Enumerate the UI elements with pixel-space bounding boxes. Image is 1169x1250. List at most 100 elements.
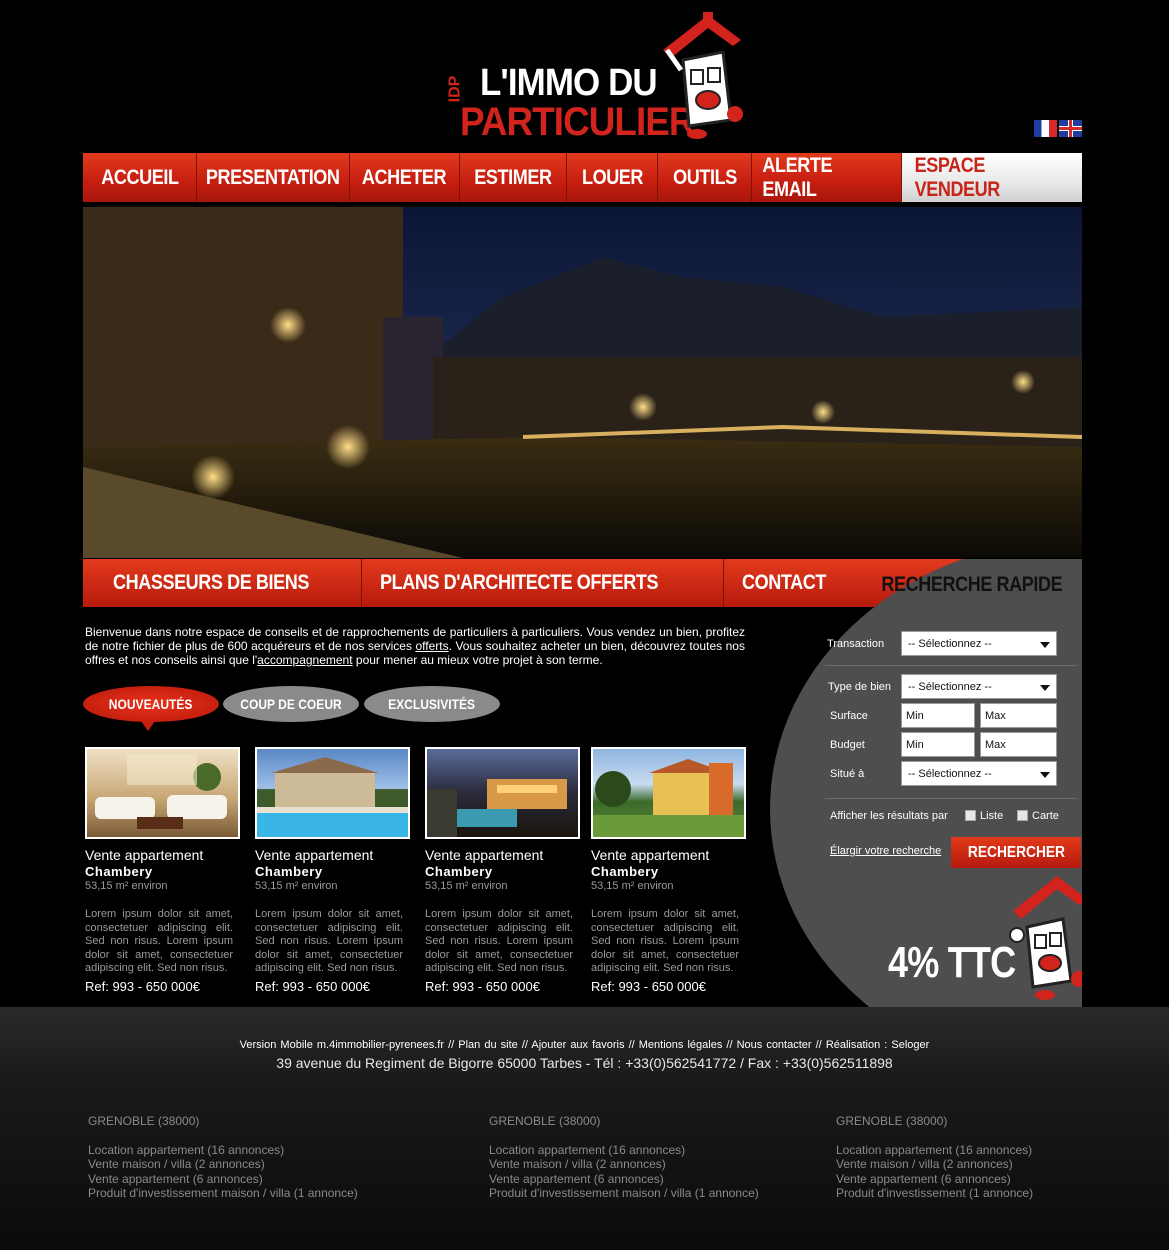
map-checkbox[interactable] xyxy=(1017,810,1028,821)
surface-min-input[interactable]: Min xyxy=(901,703,975,728)
surface-max-input[interactable]: Max xyxy=(980,703,1057,728)
tab-coup-de-coeur[interactable]: COUP DE COEUR xyxy=(223,686,359,722)
listing-area: 53,15 m² environ xyxy=(85,880,168,892)
accompagnement-link[interactable]: accompagnement xyxy=(257,653,352,667)
listing-city: Chambery xyxy=(425,864,493,879)
listing-city: Chambery xyxy=(591,864,659,879)
display-results-label: Afficher les résultats par xyxy=(830,810,948,822)
divider xyxy=(825,665,1077,666)
widen-search-link[interactable]: Élargir votre recherche xyxy=(830,845,941,857)
property-type-label: Type de bien xyxy=(828,681,891,693)
listing-card[interactable]: Vente appartement Chambery 53,15 m² envi… xyxy=(255,747,410,994)
offerts-link[interactable]: offerts xyxy=(415,639,448,653)
mascot-icon xyxy=(663,12,743,139)
listing-area: 53,15 m² environ xyxy=(425,880,508,892)
separator: // xyxy=(448,1039,455,1051)
footer-link-credits[interactable]: Réalisation : Seloger xyxy=(826,1039,930,1051)
listing-photo[interactable] xyxy=(591,747,746,839)
nav-louer[interactable]: LOUER xyxy=(567,153,658,202)
footer-column-link[interactable]: Location appartement (16 annonces) xyxy=(836,1143,1033,1158)
listing-card[interactable]: Vente appartement Chambery 53,15 m² envi… xyxy=(591,747,746,994)
listing-ref: Ref: 993 - 650 000€ xyxy=(425,978,540,994)
footer-column-link[interactable]: Vente maison / villa (2 annonces) xyxy=(836,1157,1033,1172)
footer-column-heading: GRENOBLE (38000) xyxy=(836,1114,948,1128)
listing-city: Chambery xyxy=(85,864,153,879)
budget-max-input[interactable]: Max xyxy=(980,732,1057,757)
footer-column: GRENOBLE (38000) Location appartement (1… xyxy=(836,1114,1033,1201)
footer-column-link[interactable]: Produit d'investissement maison / villa … xyxy=(88,1186,358,1201)
language-switcher xyxy=(1032,120,1082,138)
footer-column-heading: GRENOBLE (38000) xyxy=(489,1114,601,1128)
separator: // xyxy=(726,1039,733,1051)
subnav-plans-architecte[interactable]: PLANS D'ARCHITECTE OFFERTS xyxy=(362,559,725,607)
city-night-illustration xyxy=(83,207,1082,558)
logo-line1: L'IMMO DU xyxy=(480,62,658,104)
listing-type: Vente appartement xyxy=(255,847,374,863)
footer-link-sitemap[interactable]: Plan du site xyxy=(458,1039,517,1051)
listing-type: Vente appartement xyxy=(425,847,544,863)
separator: // xyxy=(628,1039,635,1051)
footer-link-legal[interactable]: Mentions légales xyxy=(639,1039,723,1051)
french-flag-icon[interactable] xyxy=(1034,120,1057,137)
listing-card[interactable]: Vente appartement Chambery 53,15 m² envi… xyxy=(425,747,580,994)
surface-label: Surface xyxy=(830,710,868,722)
location-label: Situé à xyxy=(830,768,865,780)
footer-column-link[interactable]: Vente appartement (6 annonces) xyxy=(836,1172,1033,1187)
footer-link-mobile[interactable]: Version Mobile m.4immobilier-pyrenees.fr xyxy=(240,1039,444,1051)
footer-column-link[interactable]: Vente appartement (6 annonces) xyxy=(489,1172,759,1187)
footer-link-favorites[interactable]: Ajouter aux favoris xyxy=(531,1039,624,1051)
footer-column-link[interactable]: Produit d'investissement (1 annonce) xyxy=(836,1186,1033,1201)
list-checkbox[interactable] xyxy=(965,810,976,821)
site-logo[interactable]: IDP L'IMMO DU PARTICULIER xyxy=(446,10,758,144)
promo-rate: 4% TTC xyxy=(888,938,1016,987)
nav-acheter[interactable]: ACHETER xyxy=(350,153,460,202)
separator: // xyxy=(815,1039,822,1051)
tab-exclusivites[interactable]: EXCLUSIVITÉS xyxy=(364,686,500,722)
footer-column-heading: GRENOBLE (38000) xyxy=(88,1114,200,1128)
footer-column-link[interactable]: Vente maison / villa (2 annonces) xyxy=(489,1157,759,1172)
separator: // xyxy=(521,1039,528,1051)
main-nav: ACCUEIL PRESENTATION ACHETER ESTIMER LOU… xyxy=(83,153,1082,202)
map-label: Carte xyxy=(1032,810,1059,822)
listing-card[interactable]: Vente appartement Chambery 53,15 m² envi… xyxy=(85,747,240,994)
budget-min-input[interactable]: Min xyxy=(901,732,975,757)
budget-label: Budget xyxy=(830,739,865,751)
intro-text: Bienvenue dans notre espace de conseils … xyxy=(85,625,745,667)
footer-column: GRENOBLE (38000) Location appartement (1… xyxy=(489,1114,759,1201)
listing-area: 53,15 m² environ xyxy=(591,880,674,892)
listing-photo[interactable] xyxy=(425,747,580,839)
nav-presentation[interactable]: PRESENTATION xyxy=(197,153,350,202)
listing-type: Vente appartement xyxy=(591,847,710,863)
listing-ref: Ref: 993 - 650 000€ xyxy=(85,978,200,994)
location-select[interactable]: -- Sélectionnez -- xyxy=(901,761,1057,786)
nav-outils[interactable]: OUTILS xyxy=(658,153,752,202)
nav-estimer[interactable]: ESTIMER xyxy=(460,153,567,202)
nav-accueil[interactable]: ACCUEIL xyxy=(83,153,197,202)
listing-description: Lorem ipsum dolor sit amet, consectetuer… xyxy=(85,908,233,974)
property-type-select[interactable]: -- Sélectionnez -- xyxy=(901,674,1057,699)
footer-column-link[interactable]: Location appartement (16 annonces) xyxy=(88,1143,358,1158)
listing-description: Lorem ipsum dolor sit amet, consectetuer… xyxy=(255,908,403,974)
subnav-chasseurs[interactable]: CHASSEURS DE BIENS xyxy=(83,559,362,607)
nav-alerte-email[interactable]: ALERTE EMAIL xyxy=(752,153,902,202)
tab-nouveautes[interactable]: NOUVEAUTÉS xyxy=(83,686,219,722)
footer-column-link[interactable]: Location appartement (16 annonces) xyxy=(489,1143,759,1158)
nav-espace-vendeur[interactable]: ESPACE VENDEUR xyxy=(902,153,1082,202)
transaction-label: Transaction xyxy=(827,638,885,650)
listing-ref: Ref: 993 - 650 000€ xyxy=(591,978,706,994)
listing-photo[interactable] xyxy=(255,747,410,839)
listing-photo[interactable] xyxy=(85,747,240,839)
listing-description: Lorem ipsum dolor sit amet, consectetuer… xyxy=(591,908,739,974)
footer-column-link[interactable]: Vente maison / villa (2 annonces) xyxy=(88,1157,358,1172)
footer-address: 39 avenue du Regiment de Bigorre 65000 T… xyxy=(276,1055,893,1071)
footer-link-contact[interactable]: Nous contacter xyxy=(737,1039,812,1051)
transaction-select[interactable]: -- Sélectionnez -- xyxy=(901,631,1057,656)
footer-column-link[interactable]: Produit d'investissement maison / villa … xyxy=(489,1186,759,1201)
hero-image xyxy=(83,207,1082,558)
logo-prefix: IDP xyxy=(446,75,464,103)
search-button[interactable]: RECHERCHER xyxy=(951,837,1081,868)
listing-description: Lorem ipsum dolor sit amet, consectetuer… xyxy=(425,908,573,974)
intro-part3: pour mener au mieux votre projet à son t… xyxy=(352,653,603,667)
footer-column-link[interactable]: Vente appartement (6 annonces) xyxy=(88,1172,358,1187)
uk-flag-icon[interactable] xyxy=(1059,120,1082,137)
